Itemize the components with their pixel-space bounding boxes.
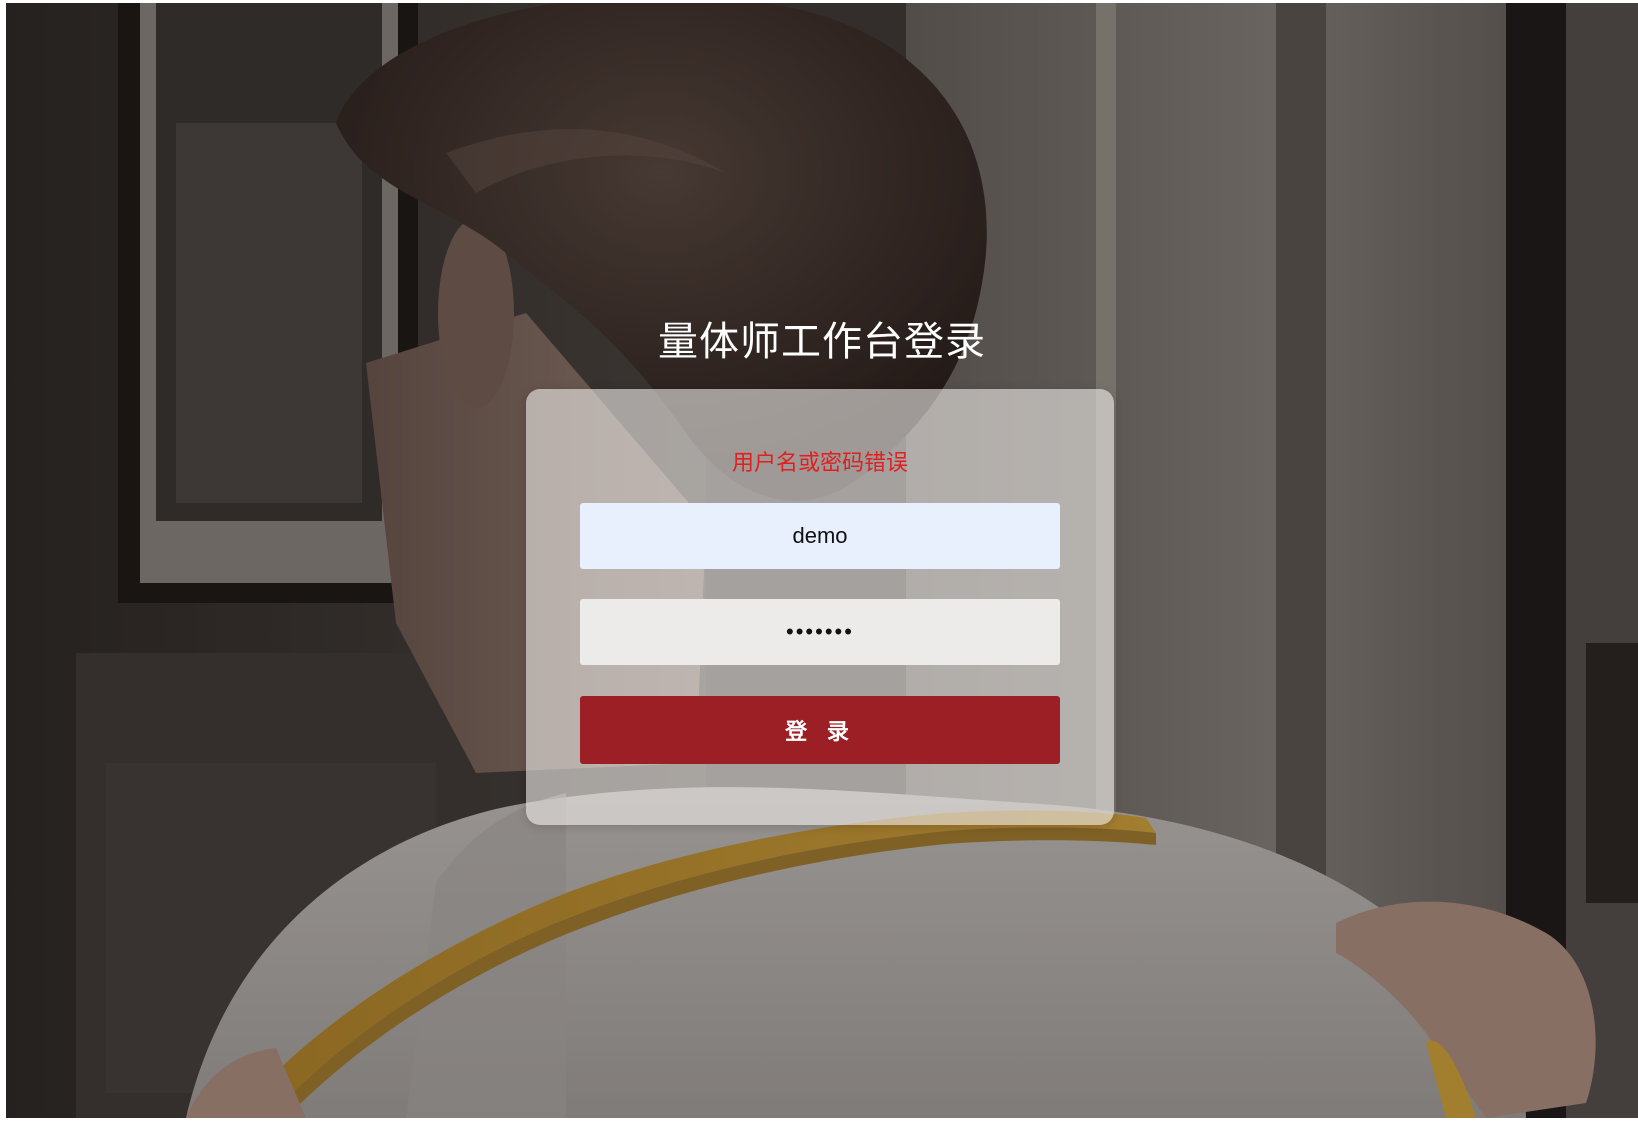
password-input[interactable] bbox=[580, 599, 1060, 665]
login-card: 用户名或密码错误 登 录 bbox=[526, 389, 1114, 825]
login-page: 量体师工作台登录 用户名或密码错误 登 录 bbox=[6, 3, 1638, 1118]
error-message: 用户名或密码错误 bbox=[731, 451, 908, 476]
username-input[interactable] bbox=[580, 503, 1060, 569]
login-button[interactable]: 登 录 bbox=[580, 696, 1060, 764]
page-title: 量体师工作台登录 bbox=[658, 319, 986, 365]
